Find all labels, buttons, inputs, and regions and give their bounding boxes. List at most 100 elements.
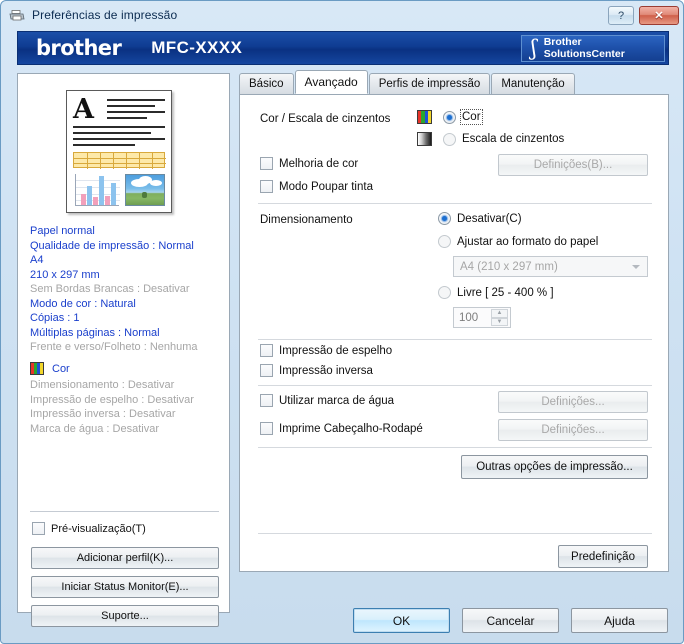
scaling-label: Dimensionamento [260,214,353,226]
color-enhancement-checkbox[interactable]: Melhoria de cor [260,157,358,170]
stepper-buttons[interactable]: ▲ ▼ [491,309,508,326]
color-enhancement-label: Melhoria de cor [279,157,359,170]
grayscale-gradient-icon [417,132,432,146]
radio-ajustar-input[interactable] [438,235,451,248]
stepper-up-icon[interactable]: ▲ [491,309,508,318]
radio-livre-input[interactable] [438,286,451,299]
header-footer-checkbox[interactable]: Imprime Cabeçalho-Rodapé [260,422,423,435]
paper-size-value: A4 (210 x 297 mm) [460,260,558,273]
color-grayscale-label: Cor / Escala de cinzentos [260,113,391,125]
summary-color-label: Cor [52,362,70,375]
preview-checkbox-label: Pré-visualização(T) [51,522,146,535]
summary-item: 210 x 297 mm [30,268,100,281]
radio-desativar-label: Desativar(C) [457,212,522,225]
summary-item: A4 [30,254,44,266]
help-button[interactable]: ? [608,6,634,25]
free-scale-value: 100 [459,311,479,324]
color-bars-icon [30,362,44,376]
mirror-print-label: Impressão de espelho [279,344,393,357]
reverse-print-checkbox-box[interactable] [260,364,273,377]
summary-item: Papel normal [30,225,95,237]
left-panel-divider [30,511,219,512]
other-print-options-button[interactable]: Outras opções de impressão... [461,455,648,479]
color-enhancement-checkbox-box[interactable] [260,157,273,170]
radio-desativar[interactable]: Desativar(C) [438,212,522,225]
brother-solutions-center-button[interactable]: ʃ Brother SolutionsCenter [521,35,665,62]
watermark-checkbox-box[interactable] [260,394,273,407]
summary-item: Frente e verso/Folheto : Nenhuma [30,341,198,353]
chevron-down-icon [632,265,640,269]
radio-livre-label: Livre [ 25 - 400 % ] [457,286,554,299]
summary-color-row: Cor [30,362,226,377]
preview-checkbox-box[interactable] [32,522,45,535]
cancel-button[interactable]: Cancelar [462,608,559,633]
ok-button[interactable]: OK [353,608,450,633]
summary-item: Dimensionamento : Desativar [30,379,175,391]
header-footer-label: Imprime Cabeçalho-Rodapé [279,422,423,435]
window-title: Preferências de impressão [32,8,178,22]
document-preview: A [66,90,172,213]
reverse-print-label: Impressão inversa [279,364,373,377]
radio-livre[interactable]: Livre [ 25 - 400 % ] [438,286,554,299]
paper-size-combobox[interactable]: A4 (210 x 297 mm) [453,256,648,277]
mirror-print-checkbox[interactable]: Impressão de espelho [260,344,392,357]
color-bars-icon [417,110,432,124]
radio-escala-input[interactable] [443,132,456,146]
help-footer-button[interactable]: Ajuda [571,608,668,633]
tab-strip: Básico Avançado Perfis de impressão Manu… [239,70,576,95]
mirror-print-checkbox-box[interactable] [260,344,273,357]
start-status-monitor-button[interactable]: Iniciar Status Monitor(E)... [31,576,219,598]
brother-banner: brother MFC-XXXX ʃ Brother SolutionsCent… [17,31,669,65]
printer-icon [9,7,26,23]
summary-item: Impressão inversa : Desativar [30,408,176,420]
summary-item: Sem Bordas Brancas : Desativar [30,283,190,295]
print-preferences-window: Preferências de impressão ? ✕ brother MF… [0,0,684,644]
preview-bar-chart [75,174,120,206]
tab-avancado[interactable]: Avançado [294,70,368,94]
preview-photo [125,174,165,206]
stepper-down-icon[interactable]: ▼ [491,317,508,326]
default-button[interactable]: Predefinição [558,545,648,568]
radio-escala-de-cinzentos[interactable]: Escala de cinzentos [417,132,564,146]
tab-manutencao[interactable]: Manutenção [491,73,575,94]
summary-item: Modo de cor : Natural [30,297,136,310]
preview-checkbox[interactable]: Pré-visualização(T) [32,522,146,535]
radio-ajustar-ao-formato[interactable]: Ajustar ao formato do papel [438,235,598,248]
summary-item: Cópias : 1 [30,312,80,324]
tab-perfis-de-impressao[interactable]: Perfis de impressão [368,73,491,94]
support-button[interactable]: Suporte... [31,605,219,627]
summary-item: Múltiplas páginas : Normal [30,326,160,339]
watermark-label: Utilizar marca de água [279,394,395,407]
summary-item: Impressão de espelho : Desativar [30,393,194,406]
titlebar: Preferências de impressão ? ✕ [1,1,683,29]
settings-summary-list: Papel normal Qualidade de impressão : No… [30,224,226,436]
window-controls: ? ✕ [608,6,679,25]
summary-item: Marca de água : Desativar [30,422,160,435]
radio-ajustar-label: Ajustar ao formato do papel [457,235,599,248]
radio-cor-label: Cor [460,109,483,125]
close-icon[interactable]: ✕ [639,6,679,25]
brother-swoosh-icon: ʃ [531,36,537,60]
printer-model: MFC-XXXX [151,38,243,57]
summary-item: Qualidade de impressão : Normal [30,239,194,252]
add-profile-button[interactable]: Adicionar perfil(K)... [31,547,219,569]
color-enhancement-settings-button[interactable]: Definições(B)... [498,154,648,176]
radio-cor[interactable]: Cor [417,109,483,125]
header-footer-checkbox-box[interactable] [260,422,273,435]
ink-save-checkbox-box[interactable] [260,180,273,193]
ink-save-label: Modo Poupar tinta [279,180,373,193]
brother-logo: brother [36,36,122,60]
header-footer-settings-button[interactable]: Definições... [498,419,648,441]
preview-table [73,152,166,169]
watermark-settings-button[interactable]: Definições... [498,391,648,413]
free-scale-stepper[interactable]: 100 ▲ ▼ [453,307,511,328]
tab-basico[interactable]: Básico [239,73,294,94]
radio-cor-input[interactable] [443,110,456,124]
watermark-checkbox[interactable]: Utilizar marca de água [260,394,394,407]
ink-save-checkbox[interactable]: Modo Poupar tinta [260,180,373,193]
solutions-line1: Brother [543,36,582,48]
reverse-print-checkbox[interactable]: Impressão inversa [260,364,373,377]
preview-letter-a: A [73,94,94,125]
radio-desativar-input[interactable] [438,212,451,225]
left-summary-panel: A Papel normal Qualidade de impressão: … [17,73,230,627]
